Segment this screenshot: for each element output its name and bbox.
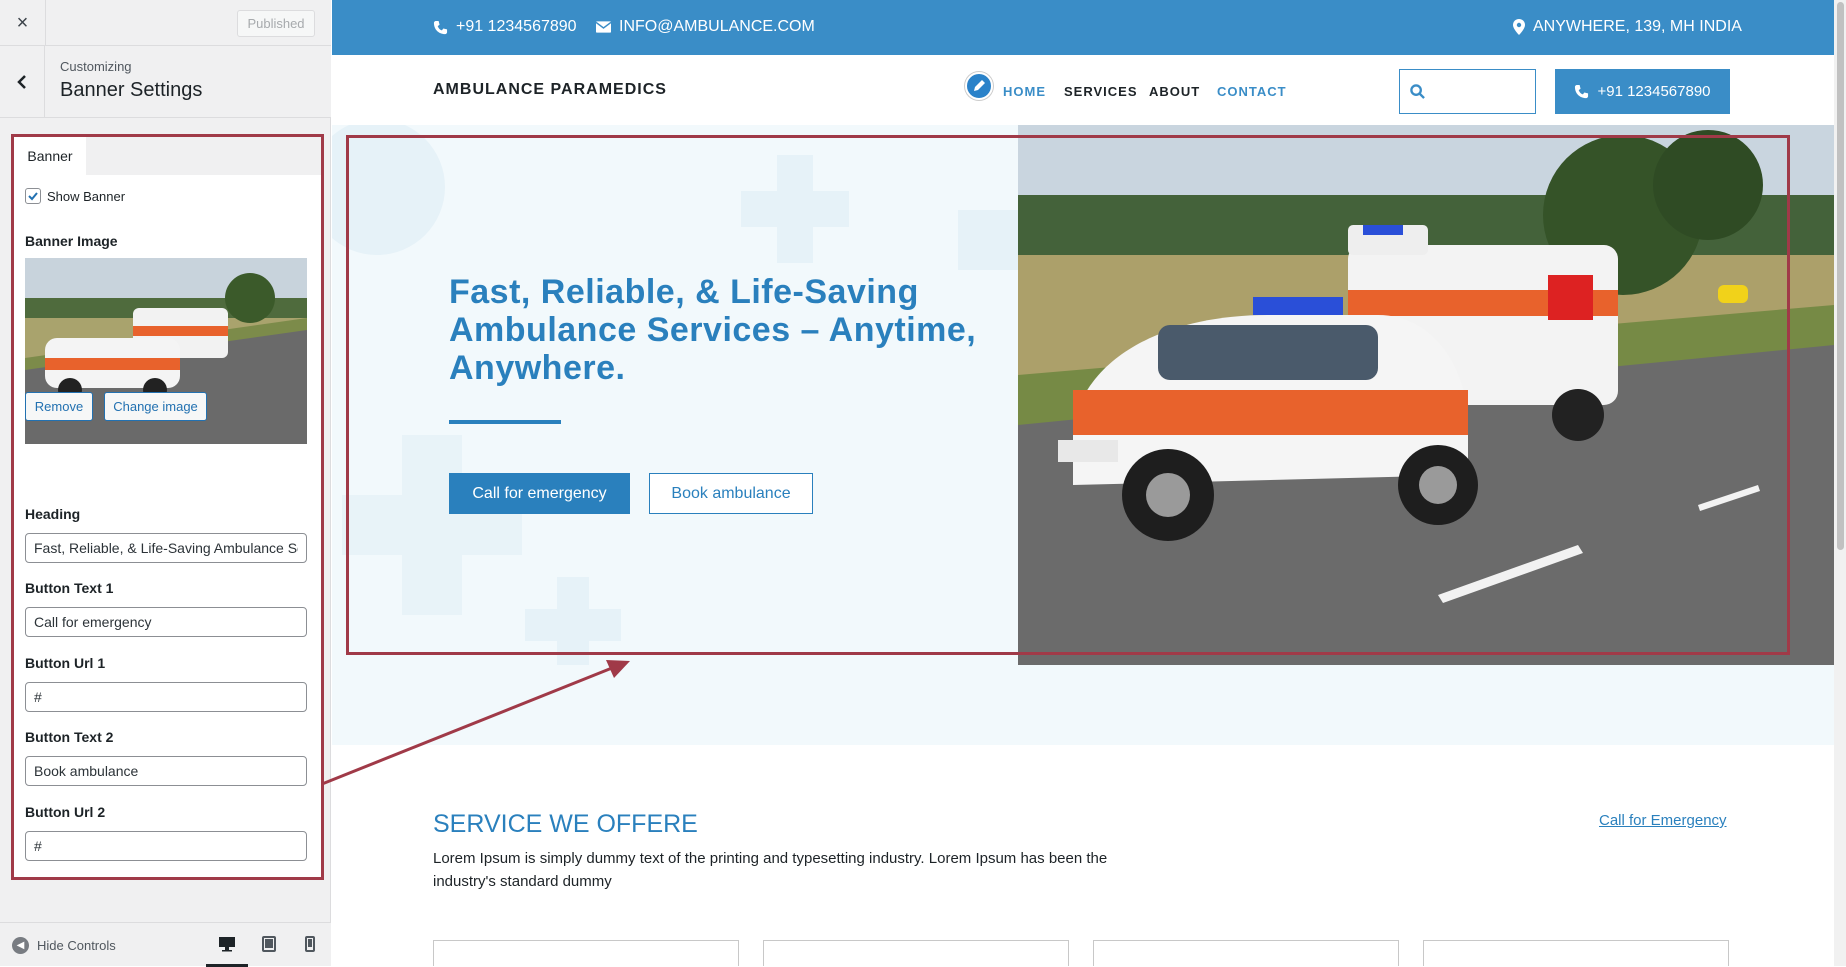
change-image-button[interactable]: Change image bbox=[104, 392, 207, 421]
preview-scrollbar[interactable] bbox=[1834, 0, 1846, 966]
nav-services[interactable]: SERVICES bbox=[1064, 84, 1138, 99]
map-pin-icon bbox=[1513, 19, 1525, 35]
topbar-address-text: ANYWHERE, 139, MH INDIA bbox=[1533, 18, 1742, 35]
decorative-background-shapes bbox=[332, 125, 1018, 665]
mobile-preview-button[interactable] bbox=[301, 935, 319, 953]
publish-button[interactable]: Published bbox=[237, 10, 315, 37]
top-info-bar: +91 1234567890 INFO@AMBULANCE.COM ANYWHE… bbox=[332, 0, 1834, 55]
hero-ambulance-photo bbox=[1018, 125, 1834, 665]
collapse-icon: ◀ bbox=[12, 937, 29, 954]
call-for-emergency-link[interactable]: Call for Emergency bbox=[1599, 812, 1727, 829]
close-customizer-button[interactable]: × bbox=[0, 0, 46, 46]
banner-image-label: Banner Image bbox=[25, 233, 118, 249]
topbar-address: ANYWHERE, 139, MH INDIA bbox=[1513, 18, 1742, 36]
show-banner-control: Show Banner bbox=[25, 188, 125, 204]
button-url-2-label: Button Url 2 bbox=[25, 804, 106, 820]
topbar-phone[interactable]: +91 1234567890 bbox=[433, 18, 577, 36]
button-text-1-label: Button Text 1 bbox=[25, 580, 114, 596]
call-for-emergency-button[interactable]: Call for emergency bbox=[449, 473, 630, 514]
tablet-icon bbox=[262, 936, 276, 952]
button-url-2-field[interactable] bbox=[25, 831, 307, 861]
hero-banner: Fast, Reliable, & Life-Saving Ambulance … bbox=[332, 125, 1834, 745]
service-card[interactable] bbox=[1093, 940, 1399, 966]
nav-about[interactable]: ABOUT bbox=[1149, 84, 1200, 99]
button-text-1-field[interactable] bbox=[25, 607, 307, 637]
check-icon bbox=[28, 192, 38, 201]
book-ambulance-button[interactable]: Book ambulance bbox=[649, 473, 813, 514]
topbar-email-text: INFO@AMBULANCE.COM bbox=[619, 18, 815, 35]
main-navbar: AMBULANCE PARAMEDICS HOME SERVICES ABOUT… bbox=[332, 55, 1834, 125]
hide-controls-button[interactable]: ◀ Hide Controls bbox=[12, 937, 116, 954]
phone-icon bbox=[433, 20, 448, 34]
topbar-phone-text: +91 1234567890 bbox=[456, 18, 577, 35]
button-url-1-label: Button Url 1 bbox=[25, 655, 106, 671]
services-title: SERVICE WE OFFERE bbox=[433, 810, 698, 838]
panel-tabs: Banner bbox=[14, 137, 321, 175]
nav-contact[interactable]: CONTACT bbox=[1217, 84, 1287, 99]
heading-label: Heading bbox=[25, 506, 81, 522]
pencil-icon bbox=[974, 80, 985, 91]
scrollbar-thumb[interactable] bbox=[1837, 2, 1844, 550]
service-card[interactable] bbox=[433, 940, 739, 966]
remove-image-button[interactable]: Remove bbox=[25, 392, 93, 421]
nav-home[interactable]: HOME bbox=[1003, 84, 1046, 99]
services-description: Lorem Ipsum is simply dummy text of the … bbox=[433, 850, 1108, 890]
customizer-footer: ◀ Hide Controls bbox=[0, 922, 331, 967]
hero-divider bbox=[449, 420, 561, 424]
mobile-icon bbox=[305, 936, 315, 952]
site-preview: +91 1234567890 INFO@AMBULANCE.COM ANYWHE… bbox=[332, 0, 1834, 966]
hide-controls-label: Hide Controls bbox=[37, 938, 116, 953]
header-call-text: +91 1234567890 bbox=[1597, 83, 1711, 100]
desktop-preview-button[interactable] bbox=[218, 935, 236, 953]
chevron-left-icon bbox=[17, 75, 26, 89]
show-banner-checkbox[interactable] bbox=[25, 188, 41, 204]
phone-icon bbox=[1575, 84, 1589, 99]
show-banner-label: Show Banner bbox=[47, 188, 126, 204]
customizing-label: Customizing bbox=[60, 59, 132, 74]
back-button[interactable] bbox=[0, 46, 45, 118]
envelope-icon bbox=[596, 21, 611, 33]
ambulance-photo bbox=[1018, 125, 1834, 665]
banner-settings-panel: Banner Show Banner Banner Image Remove C… bbox=[11, 134, 324, 880]
tab-banner[interactable]: Banner bbox=[14, 137, 86, 175]
close-icon: × bbox=[16, 11, 29, 34]
hero-heading: Fast, Reliable, & Life-Saving Ambulance … bbox=[449, 273, 977, 387]
topbar-email[interactable]: INFO@AMBULANCE.COM bbox=[596, 18, 815, 36]
customizer-header: × Published bbox=[0, 0, 331, 46]
site-brand[interactable]: AMBULANCE PARAMEDICS bbox=[433, 81, 667, 99]
header-call-button[interactable]: +91 1234567890 bbox=[1555, 69, 1730, 114]
button-text-2-field[interactable] bbox=[25, 756, 307, 786]
service-card[interactable] bbox=[1423, 940, 1729, 966]
button-url-1-field[interactable] bbox=[25, 682, 307, 712]
service-card[interactable] bbox=[763, 940, 1069, 966]
heading-field[interactable] bbox=[25, 533, 307, 563]
tablet-preview-button[interactable] bbox=[260, 935, 278, 953]
customizer-sidebar: × Published Customizing Banner Settings … bbox=[0, 0, 331, 967]
section-title: Banner Settings bbox=[60, 79, 203, 101]
desktop-icon bbox=[219, 937, 235, 952]
section-header: Customizing Banner Settings bbox=[0, 46, 331, 118]
edit-shortcut-button[interactable] bbox=[965, 72, 993, 100]
button-text-2-label: Button Text 2 bbox=[25, 729, 114, 745]
search-icon bbox=[1410, 84, 1425, 99]
search-input[interactable] bbox=[1399, 69, 1536, 114]
